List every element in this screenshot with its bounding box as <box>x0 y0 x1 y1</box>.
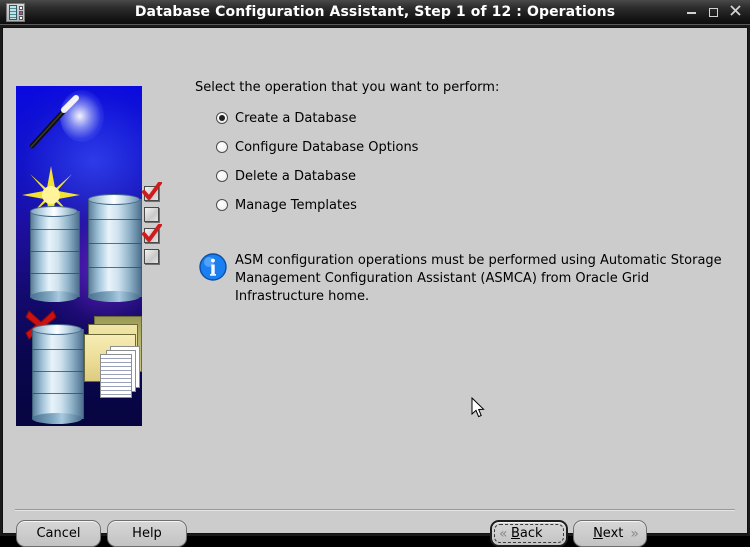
red-checkmark-icon <box>142 224 162 242</box>
next-button[interactable]: Next » <box>573 520 647 547</box>
back-button-label: Back <box>511 526 543 541</box>
checklist-box <box>144 249 159 264</box>
radio-option-label: Create a Database <box>235 110 357 126</box>
chevron-left-icon: « <box>499 525 508 542</box>
radio-button-icon[interactable] <box>216 199 228 211</box>
footer-separator <box>15 509 735 511</box>
next-button-label: Next <box>593 526 624 541</box>
client-area: Select the operation that you want to pe… <box>2 27 748 547</box>
information-icon <box>199 253 227 281</box>
asm-info-line-1: ASM configuration operations must be per… <box>235 253 722 268</box>
title-bar[interactable]: Database Configuration Assistant, Step 1… <box>0 0 750 25</box>
chevron-right-icon: » <box>630 525 639 542</box>
database-cylinder <box>30 206 80 302</box>
close-icon <box>729 5 741 16</box>
application-window: Database Configuration Assistant, Step 1… <box>0 0 750 547</box>
radio-option-label: Manage Templates <box>235 197 357 213</box>
cylinder-bottom <box>32 413 82 424</box>
help-button[interactable]: Help <box>107 520 187 547</box>
checklist-box <box>144 207 159 222</box>
cylinder-bottom <box>88 291 140 302</box>
radio-option-label: Configure Database Options <box>235 139 419 155</box>
maximize-icon <box>708 8 718 17</box>
red-checkmark-icon <box>142 182 162 200</box>
radio-button-icon[interactable] <box>216 112 228 124</box>
radio-option-label: Delete a Database <box>235 168 356 184</box>
cylinder-body <box>32 329 84 419</box>
back-button[interactable]: « Back <box>490 520 568 547</box>
cylinder-top <box>32 324 82 335</box>
radio-option-configure-database-options[interactable]: Configure Database Options <box>216 138 418 156</box>
asm-info-message: ASM configuration operations must be per… <box>235 252 735 306</box>
window-title: Database Configuration Assistant, Step 1… <box>134 4 616 20</box>
mouse-cursor <box>471 397 485 418</box>
radio-option-delete-a-database[interactable]: Delete a Database <box>216 167 356 185</box>
checklist-with-red-checkmarks <box>142 182 164 286</box>
radio-button-icon[interactable] <box>216 170 228 182</box>
cancel-button-label: Cancel <box>36 526 81 541</box>
cylinder-body <box>88 199 142 297</box>
radio-option-manage-templates[interactable]: Manage Templates <box>216 196 357 214</box>
cylinder-top <box>30 206 78 217</box>
radio-option-create-a-database[interactable]: Create a Database <box>216 109 356 127</box>
folder-with-documents-icon <box>82 312 144 412</box>
radio-button-icon[interactable] <box>216 141 228 153</box>
cylinder-body <box>30 211 80 297</box>
help-button-label: Help <box>132 526 162 541</box>
maximize-button[interactable] <box>702 0 724 25</box>
dbca-wizard-illustration <box>16 86 142 426</box>
asm-info-line-2: Management Configuration Assistant (ASMC… <box>235 271 650 304</box>
page-title: Select the operation that you want to pe… <box>195 80 500 95</box>
cancel-button[interactable]: Cancel <box>16 520 101 547</box>
cylinder-top <box>88 194 140 205</box>
database-cylinder <box>88 194 142 302</box>
minimize-button[interactable] <box>680 0 702 25</box>
database-cylinder <box>32 324 84 424</box>
magic-wand-icon <box>29 95 79 149</box>
minimize-icon <box>686 12 696 14</box>
close-button[interactable] <box>724 0 746 25</box>
cylinder-bottom <box>30 291 78 302</box>
document-sheet <box>100 354 132 398</box>
